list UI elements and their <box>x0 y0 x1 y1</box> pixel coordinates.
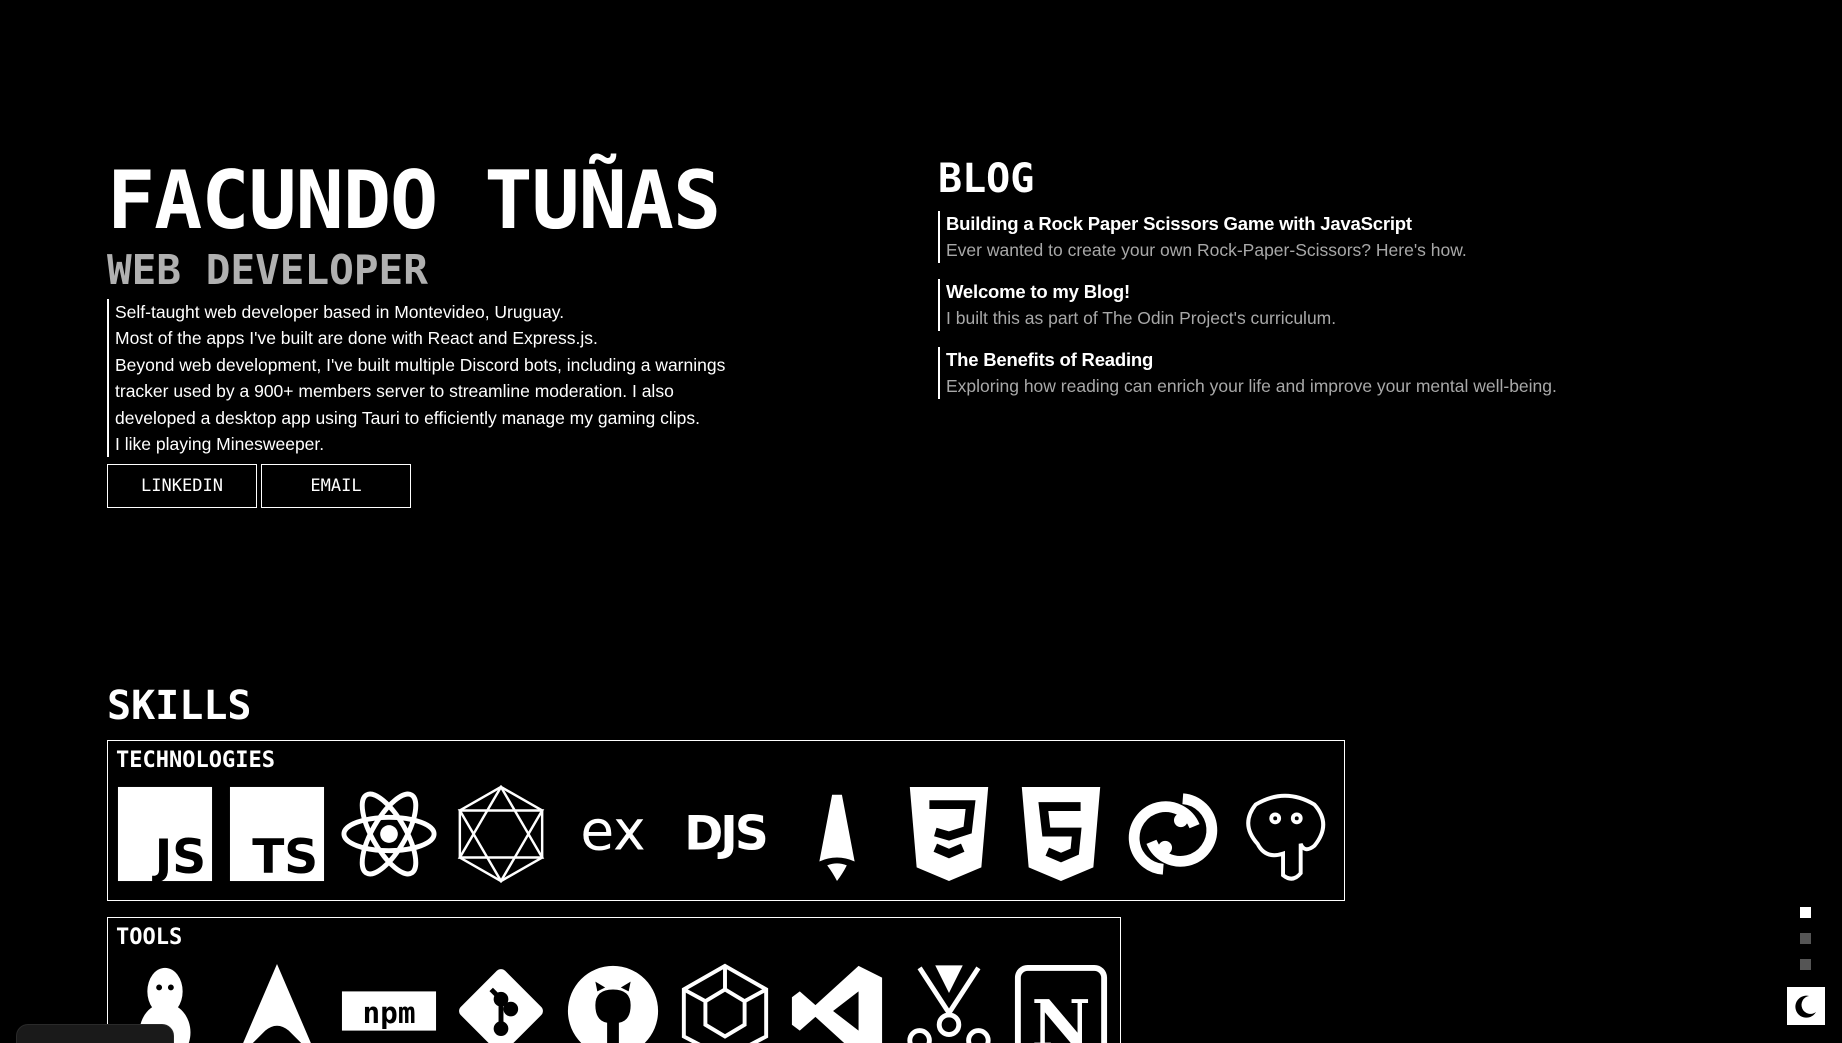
tools-label: TOOLS <box>116 925 183 950</box>
contact-links: LINKEDIN EMAIL <box>107 464 747 509</box>
technologies-label: TECHNOLOGIES <box>116 748 275 773</box>
tools-icons: npm N <box>116 962 1112 1043</box>
npm-icon: npm <box>341 991 437 1031</box>
blog-title: BLOG <box>938 156 1035 202</box>
typescript-icon: TS <box>229 786 325 883</box>
react-icon <box>341 791 437 877</box>
blog-post-title[interactable]: Welcome to my Blog! <box>946 279 1638 305</box>
page-title: FACUNDO TUÑAS <box>107 154 721 247</box>
bio: Self-taught web developer based in Monte… <box>107 299 735 458</box>
svg-text:npm: npm <box>362 996 415 1030</box>
blog-post-description: I built this as part of The Odin Project… <box>946 308 1337 328</box>
webpack-icon <box>457 785 545 883</box>
svg-text:N: N <box>1031 986 1090 1043</box>
html5-icon <box>1021 786 1101 882</box>
express-icon: ex <box>580 799 645 863</box>
skills-section: SKILLS TECHNOLOGIES JS TS ex DJS TOOLS n… <box>107 684 1345 1043</box>
hero-section: FACUNDO TUÑAS WEB DEVELOPER Self-taught … <box>107 154 747 509</box>
blog-post-description: Ever wanted to create your own Rock-Pape… <box>946 240 1467 260</box>
svg-text:ex: ex <box>580 799 645 863</box>
svg-text:JS: JS <box>152 830 206 883</box>
linkedin-button[interactable]: LINKEDIN <box>107 464 257 509</box>
notion-icon: N <box>1014 964 1108 1043</box>
blog-section: BLOG Building a Rock Paper Scissors Game… <box>938 157 1638 415</box>
astro-icon <box>819 794 855 882</box>
blog-post[interactable]: Building a Rock Paper Scissors Game with… <box>938 211 1638 263</box>
moon-icon <box>1795 995 1816 1018</box>
bio-line: Self-taught web developer based in Monte… <box>115 302 565 322</box>
bio-line: Most of the apps I've built are done wit… <box>115 328 598 349</box>
vscode-icon <box>791 965 883 1043</box>
job-title: WEB DEVELOPER <box>107 246 428 294</box>
bio-line: I like playing Minesweeper. <box>115 434 325 455</box>
technologies-icons: JS TS ex DJS <box>116 785 1336 883</box>
arch-linux-icon <box>243 963 311 1043</box>
postgresql-icon <box>1246 793 1326 881</box>
github-icon <box>567 965 659 1043</box>
svg-text:DJS: DJS <box>684 807 766 862</box>
git-icon <box>459 969 543 1043</box>
technologies-box: TECHNOLOGIES JS TS ex DJS <box>107 740 1345 901</box>
svg-text:TS: TS <box>252 830 318 883</box>
vitest-icon <box>907 965 991 1043</box>
blog-post-title[interactable]: Building a Rock Paper Scissors Game with… <box>946 211 1638 237</box>
blog-post-title[interactable]: The Benefits of Reading <box>946 347 1638 373</box>
blog-post[interactable]: The Benefits of Reading Exploring how re… <box>938 347 1638 399</box>
section-nav <box>1800 907 1811 985</box>
tools-box: TOOLS npm N <box>107 917 1121 1043</box>
webpack-cube-icon <box>681 963 769 1043</box>
skills-title: SKILLS <box>107 683 252 729</box>
css3-icon <box>909 786 989 882</box>
tauri-icon <box>1128 793 1218 875</box>
blog-post[interactable]: Welcome to my Blog! I built this as part… <box>938 279 1638 331</box>
dev-toolbar[interactable] <box>16 1024 174 1043</box>
blog-post-description: Exploring how reading can enrich your li… <box>946 376 1557 396</box>
theme-toggle-button[interactable] <box>1787 987 1825 1025</box>
section-nav-dot[interactable] <box>1800 907 1811 918</box>
section-nav-dot[interactable] <box>1800 959 1811 970</box>
email-button[interactable]: EMAIL <box>261 464 411 509</box>
section-nav-dot[interactable] <box>1800 933 1811 944</box>
javascript-icon: JS <box>117 786 213 883</box>
discordjs-icon: DJS <box>684 807 769 862</box>
bio-line: Beyond web development, I've built multi… <box>115 354 726 428</box>
